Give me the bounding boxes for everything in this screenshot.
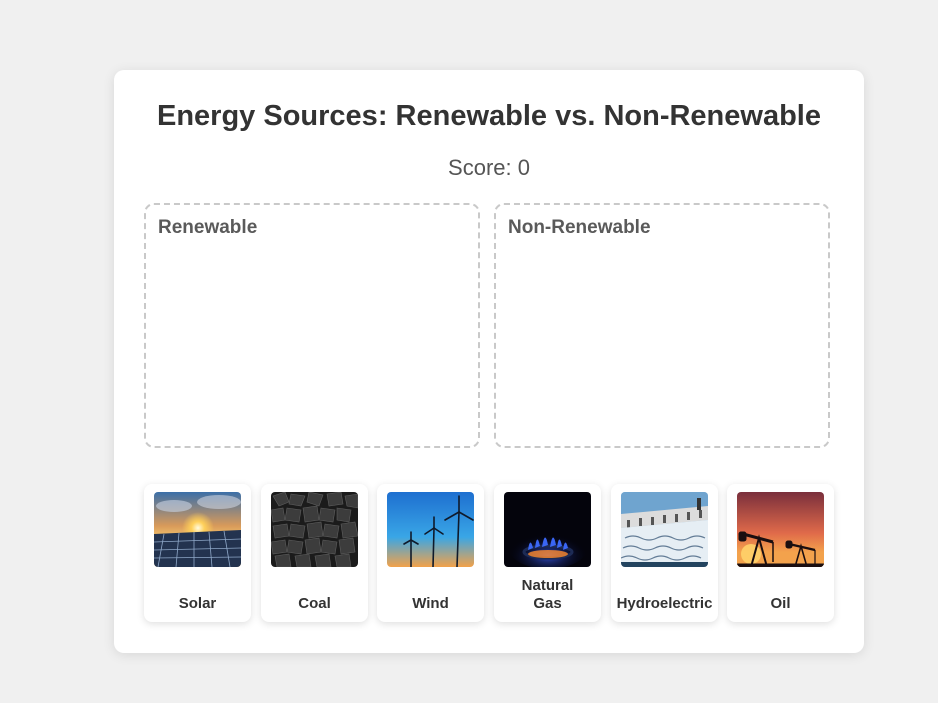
page-title: Energy Sources: Renewable vs. Non-Renewa… (157, 100, 821, 132)
energy-card-coal[interactable]: Coal (261, 484, 368, 622)
energy-card-wind[interactable]: Wind (377, 484, 484, 622)
non-renewable-drop-zone[interactable]: Non-Renewable (494, 203, 830, 448)
gas-flame-image (504, 492, 591, 567)
game-card: Energy Sources: Renewable vs. Non-Renewa… (114, 70, 864, 653)
renewable-zone-label: Renewable (158, 217, 258, 238)
energy-label-natural-gas-line1: Natural (521, 577, 574, 594)
energy-label-natural-gas: Natural Gas (494, 577, 601, 613)
coal-image (271, 492, 358, 567)
wind-turbine-image (387, 492, 474, 567)
energy-card-hydroelectric[interactable]: Hydroelectric (611, 484, 718, 622)
renewable-drop-zone[interactable]: Renewable (144, 203, 480, 448)
score-display: Score: 0 (448, 155, 530, 180)
energy-card-natural-gas[interactable]: Natural Gas (494, 484, 601, 622)
energy-label-coal: Coal (298, 595, 331, 612)
energy-label-solar: Solar (178, 595, 217, 612)
energy-card-solar[interactable]: Solar (144, 484, 251, 622)
energy-items-tray: Solar Coal Wind Natural Gas Hydroelectri… (144, 484, 834, 622)
energy-label-wind: Wind (412, 595, 449, 612)
energy-card-oil[interactable]: Oil (727, 484, 834, 622)
dam-image (621, 492, 708, 567)
solar-panel-image (154, 492, 241, 567)
energy-label-hydroelectric: Hydroelectric (616, 595, 713, 612)
energy-label-oil: Oil (770, 595, 791, 612)
non-renewable-zone-label: Non-Renewable (508, 217, 651, 238)
energy-label-natural-gas-line2: Gas (533, 595, 562, 612)
oil-pump-image (737, 492, 824, 567)
